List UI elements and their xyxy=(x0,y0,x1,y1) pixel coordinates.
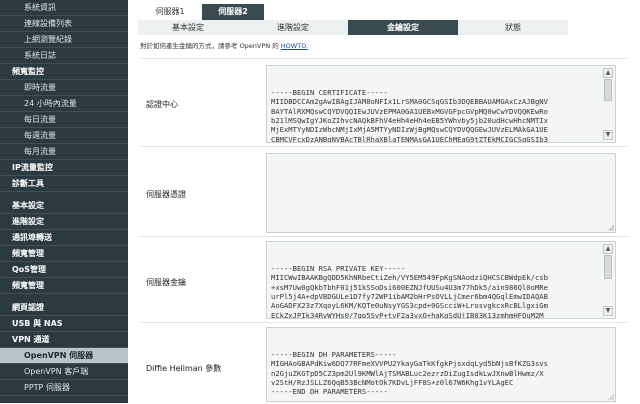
dh-textarea[interactable]: -----BEGIN DH PARAMETERS----- MIGHAoGBAPd… xyxy=(266,327,616,402)
settings-subtabs: 基本設定 進階設定 金鑰設定 狀態 xyxy=(138,20,578,35)
text-line: BAYTAlRXMQswCQYDVQQIEwJUVzEPMA0GA1UEBxMG… xyxy=(271,106,548,116)
sidebar-item[interactable]: 連線設備列表 xyxy=(0,16,128,32)
text-line: MIIDBDCCAm2gAwIBAgIJAM8oNFIx1LrSMA0GCSqG… xyxy=(271,97,548,107)
sidebar-item[interactable]: 頻寬管理 xyxy=(0,246,128,262)
sidebar-item[interactable]: OpenVPN 伺服器 xyxy=(0,348,128,364)
sidebar-item[interactable]: VPN 通道 xyxy=(0,332,128,348)
tab-server-1[interactable]: 伺服器1 xyxy=(138,4,202,20)
sidebar-item[interactable]: 頻寬管理 xyxy=(0,278,128,294)
howto-hint: 對於如何產生金鑰的方式，請參考 OpenVPN 的 HOWTO. xyxy=(140,40,308,50)
sidebar-item[interactable]: 頻寬監控 xyxy=(0,64,128,80)
sidebar-item[interactable]: 系統日誌 xyxy=(0,48,128,64)
text-line: MIICWwIBAAKBgQDD5KhNRbeCtiZeh/VY5EM549Fp… xyxy=(271,273,548,283)
sidebar: 系統資訊 連線設備列表 上網瀏覽紀錄 系統日誌 頻寬監控 即時流量 24 小時內流量 每日流量… xyxy=(0,0,128,403)
sidebar-item[interactable]: 通訊埠轉送 xyxy=(0,230,128,246)
text-line: -----BEGIN RSA PRIVATE KEY----- xyxy=(271,263,406,273)
sidebar-item[interactable]: 診斷工具 xyxy=(0,176,128,192)
ca-row: 認證中心 -----BEGIN CERTIFICATE----- MIIDBDCC… xyxy=(140,58,628,147)
tab-server-2[interactable]: 伺服器2 xyxy=(202,4,264,20)
text-line: MIGHAoGBAPdKiw6DQ77RFmeXVVPU2YkayGaTkKfg… xyxy=(271,359,548,369)
sidebar-item[interactable]: 進階設定 xyxy=(0,214,128,230)
text-line: CBMCVFcxDzANBgNVBAcTBlRhaXBlaTENMAsGA1UE… xyxy=(271,134,548,143)
sidebar-item[interactable]: 每月流量 xyxy=(0,144,128,160)
sidebar-item[interactable]: 上網瀏覽紀錄 xyxy=(0,32,128,48)
sidebar-item[interactable]: 網頁認證 xyxy=(0,300,128,316)
server-key-row: 伺服器金鑰 -----BEGIN RSA PRIVATE KEY----- MII… xyxy=(140,236,628,323)
scroll-up-icon[interactable]: ▲ xyxy=(603,244,613,254)
sidebar-item[interactable]: 每週流量 xyxy=(0,128,128,144)
scroll-down-icon[interactable]: ▼ xyxy=(603,306,613,316)
server-cert-textarea[interactable] xyxy=(266,153,616,233)
tab-advanced-settings[interactable]: 進階設定 xyxy=(238,20,348,35)
sidebar-item[interactable]: 每日流量 xyxy=(0,112,128,128)
hint-text: 對於如何產生金鑰的方式，請參考 OpenVPN 的 xyxy=(140,42,281,50)
text-line: -----END DH PARAMETERS----- xyxy=(271,387,388,397)
text-line: -----BEGIN DH PARAMETERS----- xyxy=(271,349,397,359)
sidebar-item[interactable]: IP流量監控 xyxy=(0,160,128,176)
resize-grip-icon[interactable] xyxy=(608,225,614,231)
server-cert-label: 伺服器憑證 xyxy=(146,190,186,199)
sidebar-item[interactable]: 系統資訊 xyxy=(0,0,128,16)
text-line: ECkZxJPIk34RvWYHs0/7gp5SvP+tvF2a3yxQ+haK… xyxy=(271,310,544,319)
scroll-up-icon[interactable]: ▲ xyxy=(603,68,613,78)
text-line: +xsM7Uw0gQkbTbhF01j51kSSoDsi600EZNJfUUSu… xyxy=(271,282,548,292)
sidebar-item[interactable]: QoS管理 xyxy=(0,262,128,278)
dh-row: Diffie Hellman 參數 -----BEGIN DH PARAMETE… xyxy=(140,322,628,404)
tab-key-settings[interactable]: 金鑰設定 xyxy=(348,20,458,35)
sidebar-item[interactable]: OpenVPN 客戶端 xyxy=(0,364,128,380)
sidebar-item[interactable]: 即時流量 xyxy=(0,80,128,96)
text-line: AoGADFX23z7XqoyL6KM/KQTe0uNsyYGS3cpd+0GS… xyxy=(271,301,548,311)
sidebar-item[interactable]: 基本設定 xyxy=(0,198,128,214)
text-line: -----BEGIN CERTIFICATE----- xyxy=(271,87,388,97)
text-line: n2GjuZKGTpD5CZ3pm2Ul9KMWlAjTSMABLuc2ezrz… xyxy=(271,368,544,378)
sidebar-item[interactable]: USB 與 NAS xyxy=(0,316,128,332)
tab-basic-settings[interactable]: 基本設定 xyxy=(138,20,238,35)
howto-link[interactable]: HOWTO. xyxy=(281,42,308,50)
server-key-label: 伺服器金鑰 xyxy=(146,278,186,287)
text-line: b21lMSQwIgYJKoZIhvcNAQkBFhV4eHh4eHh4eEB5… xyxy=(271,116,548,126)
sidebar-item[interactable]: 24 小時內流量 xyxy=(0,96,128,112)
text-line: MjExMTYyNDIzWhcNMjIxMjA5MTYyNDIzWjBgMQsw… xyxy=(271,125,548,135)
dh-label: Diffie Hellman 參數 xyxy=(146,364,222,373)
resize-grip-icon[interactable] xyxy=(608,394,614,400)
ca-label: 認證中心 xyxy=(146,100,178,109)
tab-status[interactable]: 狀態 xyxy=(458,20,568,35)
server-key-textarea[interactable]: -----BEGIN RSA PRIVATE KEY----- MIICWwIBA… xyxy=(266,241,616,319)
server-key-scrollbar[interactable]: ▲ ▼ xyxy=(603,244,613,316)
ca-textarea[interactable]: -----BEGIN CERTIFICATE----- MIIDBDCCAm2gA… xyxy=(266,65,616,143)
scroll-down-icon[interactable]: ▼ xyxy=(603,130,613,140)
scroll-thumb[interactable] xyxy=(604,255,612,279)
text-line: v2StH/RzJSLLZ6QqB53BcNMotOk7KDvLjFF8S+z0… xyxy=(271,378,514,388)
server-cert-row: 伺服器憑證 xyxy=(140,146,628,237)
sidebar-item[interactable]: PPTP 伺服器 xyxy=(0,380,128,396)
scroll-thumb[interactable] xyxy=(604,79,612,101)
ca-scrollbar[interactable]: ▲ ▼ xyxy=(603,68,613,140)
main-content: 伺服器1 伺服器2 基本設定 進階設定 金鑰設定 狀態 對於如何產生金鑰的方式，… xyxy=(128,0,640,403)
text-line: urPl5j4A+dpVBDGULe1D7fy72WP1ibAM2bHrPsOV… xyxy=(271,292,548,302)
